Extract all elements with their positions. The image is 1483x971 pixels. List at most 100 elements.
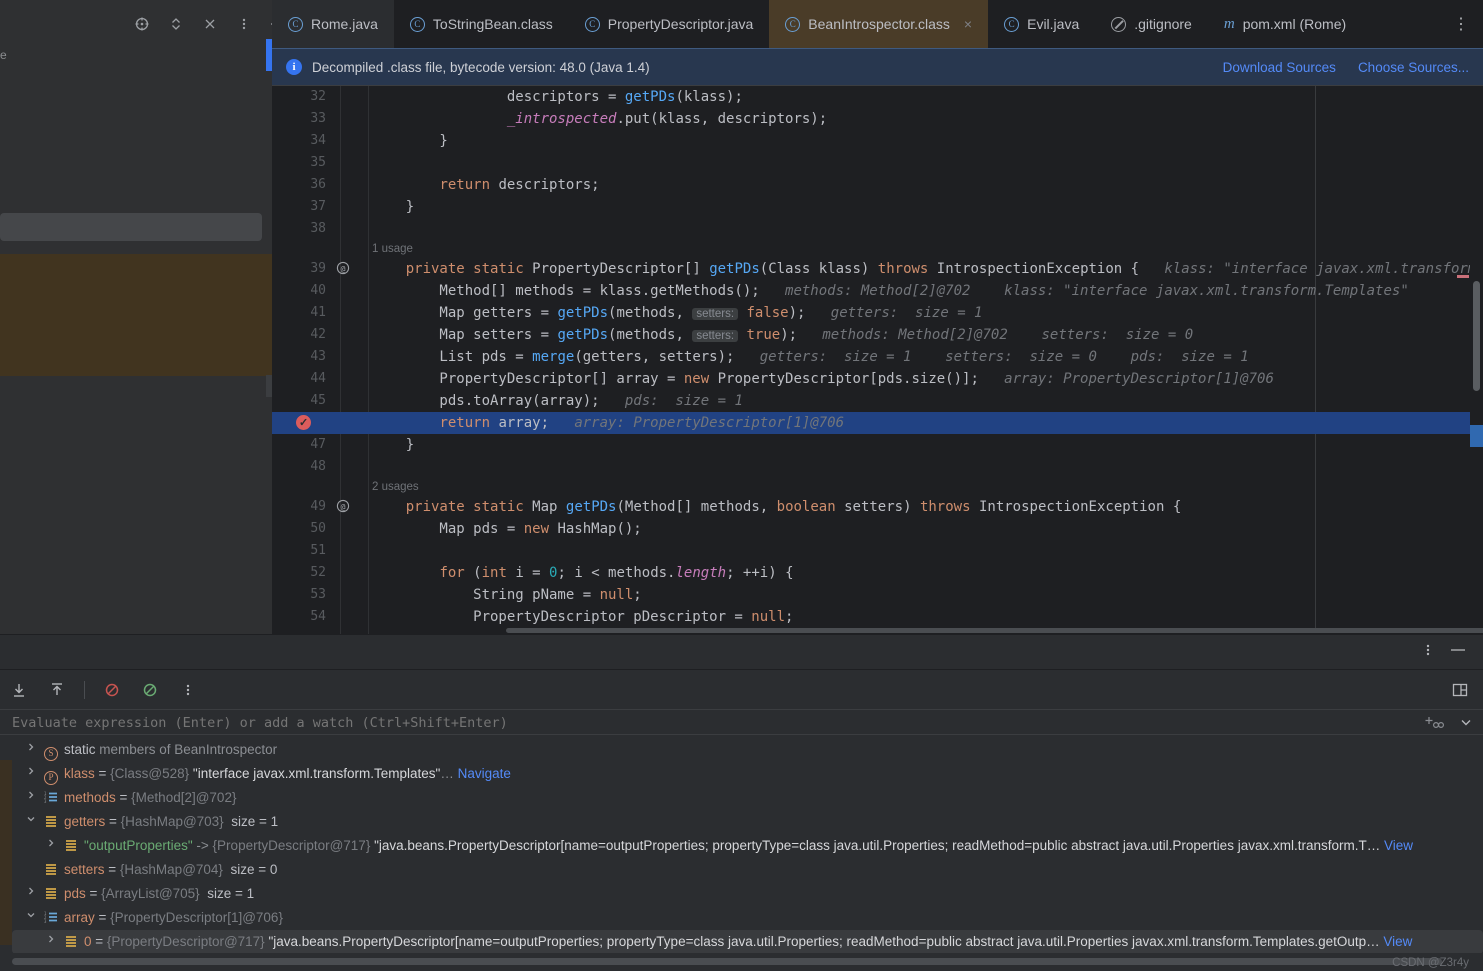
step-into-icon[interactable] bbox=[8, 679, 30, 701]
choose-sources-link[interactable]: Choose Sources... bbox=[1358, 60, 1469, 75]
chevron-right-icon[interactable] bbox=[44, 930, 58, 953]
tab-evil-java[interactable]: C Evil.java bbox=[988, 0, 1095, 48]
minimize-icon[interactable] bbox=[1449, 642, 1467, 662]
variable-row[interactable]: 123array = {PropertyDescriptor[1]@706} bbox=[12, 906, 1483, 930]
code-line[interactable]: 33 _introspected.put(klass, descriptors)… bbox=[272, 108, 1483, 130]
code-text: return descriptors; bbox=[372, 174, 600, 196]
code-line[interactable]: 47 } bbox=[272, 434, 1483, 456]
code-line[interactable]: 51 bbox=[272, 540, 1483, 562]
evaluate-expression-input[interactable] bbox=[12, 710, 1392, 736]
layout-settings-icon[interactable] bbox=[1451, 681, 1483, 699]
variable-row[interactable]: Sstatic members of BeanIntrospector bbox=[12, 738, 1483, 762]
disable-breakpoints-icon[interactable] bbox=[139, 679, 161, 701]
step-out-icon[interactable] bbox=[46, 679, 68, 701]
chevron-right-icon[interactable] bbox=[24, 882, 38, 906]
variable-row[interactable]: getters = {HashMap@703} size = 1 bbox=[12, 810, 1483, 834]
code-line[interactable]: 40 Method[] methods = klass.getMethods()… bbox=[272, 280, 1483, 302]
editor-scrollbar-track[interactable] bbox=[1470, 86, 1483, 634]
add-watch-icon[interactable] bbox=[1425, 714, 1445, 733]
code-line[interactable]: 38 bbox=[272, 218, 1483, 240]
code-line[interactable]: 48 bbox=[272, 456, 1483, 478]
code-line[interactable]: 45 pds.toArray(array); pds: size = 1 bbox=[272, 390, 1483, 412]
line-number: 47 bbox=[272, 434, 326, 456]
code-line[interactable]: 41 Map getters = getPDs(methods, setters… bbox=[272, 302, 1483, 324]
tab-pom-xml[interactable]: m pom.xml (Rome) bbox=[1208, 0, 1362, 48]
line-number: 35 bbox=[272, 152, 326, 174]
close-x-icon[interactable] bbox=[200, 14, 220, 34]
line-number: 40 bbox=[272, 280, 326, 302]
property-icon: P bbox=[42, 762, 60, 786]
updown-chevrons-icon[interactable] bbox=[166, 14, 186, 34]
variable-action-link[interactable]: Navigate bbox=[454, 766, 511, 781]
variable-row[interactable]: setters = {HashMap@704} size = 0 bbox=[12, 858, 1483, 882]
tab-beanintrospector-class[interactable]: C BeanIntrospector.class × bbox=[769, 0, 988, 48]
more-vertical-icon[interactable] bbox=[1425, 642, 1431, 662]
code-line[interactable]: 32 descriptors = getPDs(klass); bbox=[272, 86, 1483, 108]
tab-rome-java[interactable]: C Rome.java bbox=[272, 0, 394, 48]
code-line[interactable]: 50 Map pds = new HashMap(); bbox=[272, 518, 1483, 540]
evaluate-expression-row[interactable] bbox=[0, 709, 1483, 735]
variable-action-link[interactable]: View bbox=[1380, 934, 1413, 949]
code-line[interactable]: 49@ private static Map getPDs(Method[] m… bbox=[272, 496, 1483, 518]
variable-text: static members of BeanIntrospector bbox=[64, 738, 1475, 762]
usage-marker[interactable]: 2 usages bbox=[372, 478, 419, 496]
static-members-icon: S bbox=[44, 747, 58, 761]
editor-scrollbar-thumb[interactable] bbox=[1473, 281, 1480, 391]
variable-row[interactable]: pds = {ArrayList@705} size = 1 bbox=[12, 882, 1483, 906]
chevron-down-icon[interactable] bbox=[24, 810, 38, 834]
chevron-right-icon[interactable] bbox=[24, 786, 38, 810]
chevron-down-icon[interactable] bbox=[24, 906, 38, 930]
variables-scrollbar-thumb[interactable] bbox=[12, 958, 1442, 965]
code-line[interactable]: 36 return descriptors; bbox=[272, 174, 1483, 196]
code-line[interactable]: 35 bbox=[272, 152, 1483, 174]
chevron-down-icon[interactable] bbox=[1459, 715, 1473, 732]
code-line[interactable]: 37 } bbox=[272, 196, 1483, 218]
variable-row[interactable]: "outputProperties" -> {PropertyDescripto… bbox=[12, 834, 1483, 858]
code-line[interactable]: 44 PropertyDescriptor[] array = new Prop… bbox=[272, 368, 1483, 390]
variable-row[interactable]: 123methods = {Method[2]@702} bbox=[12, 786, 1483, 810]
tab-label: PropertyDescriptor.java bbox=[608, 16, 754, 32]
editor-tab-bar[interactable]: C Rome.java C ToStringBean.class C Prope… bbox=[272, 0, 1483, 48]
debugger-toolbar[interactable] bbox=[0, 669, 1483, 709]
mute-breakpoints-icon[interactable] bbox=[101, 679, 123, 701]
tab-close-icon[interactable]: × bbox=[964, 16, 972, 32]
variable-row[interactable]: 0 = {PropertyDescriptor@717} "java.beans… bbox=[12, 930, 1483, 953]
breakpoint-icon[interactable] bbox=[296, 415, 311, 430]
debugger-panel-header bbox=[0, 635, 1483, 669]
chevron-right-icon[interactable] bbox=[24, 762, 38, 786]
code-line[interactable]: 54 PropertyDescriptor pDescriptor = null… bbox=[272, 606, 1483, 628]
code-line[interactable]: 43 List pds = merge(getters, setters); g… bbox=[272, 346, 1483, 368]
variable-row[interactable]: Pklass = {Class@528} "interface javax.xm… bbox=[12, 762, 1483, 786]
tab-label: BeanIntrospector.class bbox=[808, 16, 950, 32]
chevron-right-icon[interactable] bbox=[24, 738, 38, 762]
notification-actions[interactable]: Download Sources Choose Sources... bbox=[1223, 60, 1469, 75]
usage-marker[interactable]: 1 usage bbox=[372, 240, 413, 258]
window-toolbar[interactable] bbox=[132, 14, 288, 34]
editor-horizontal-scrollbar-thumb[interactable] bbox=[506, 628, 1483, 633]
more-vertical-icon[interactable] bbox=[234, 14, 254, 34]
code-line-current[interactable]: return array; array: PropertyDescriptor[… bbox=[272, 412, 1483, 434]
code-line[interactable]: 34 } bbox=[272, 130, 1483, 152]
code-editor[interactable]: 32 descriptors = getPDs(klass);33 _intro… bbox=[272, 86, 1483, 634]
tab-gitignore[interactable]: .gitignore bbox=[1095, 0, 1208, 48]
method-marker-icon[interactable]: @ bbox=[334, 496, 352, 518]
code-line[interactable]: 52 for (int i = 0; i < methods.length; +… bbox=[272, 562, 1483, 584]
variables-horizontal-scrollbar[interactable] bbox=[12, 958, 1467, 965]
variable-action-link[interactable]: View bbox=[1380, 838, 1413, 853]
chevron-right-icon[interactable] bbox=[44, 834, 58, 858]
debugger-variables-tree[interactable]: Sstatic members of BeanIntrospectorPklas… bbox=[12, 738, 1483, 953]
code-text: String pName = null; bbox=[372, 584, 642, 606]
tab-tostringbean-class[interactable]: C ToStringBean.class bbox=[394, 0, 569, 48]
download-sources-link[interactable]: Download Sources bbox=[1223, 60, 1336, 75]
crosshair-target-icon[interactable] bbox=[132, 14, 152, 34]
method-marker-icon[interactable]: @ bbox=[334, 258, 352, 280]
code-line[interactable]: 53 String pName = null; bbox=[272, 584, 1483, 606]
variable-text: setters = {HashMap@704} size = 0 bbox=[64, 858, 1475, 882]
tab-propertydescriptor-java[interactable]: C PropertyDescriptor.java bbox=[569, 0, 770, 48]
tab-overflow-menu-icon[interactable]: ⋮ bbox=[1439, 0, 1483, 48]
more-vertical-icon[interactable] bbox=[177, 679, 199, 701]
code-text: } bbox=[372, 434, 414, 456]
code-line[interactable]: 42 Map setters = getPDs(methods, setters… bbox=[272, 324, 1483, 346]
editor-error-marker[interactable] bbox=[1457, 275, 1469, 278]
code-line[interactable]: 39@ private static PropertyDescriptor[] … bbox=[272, 258, 1483, 280]
